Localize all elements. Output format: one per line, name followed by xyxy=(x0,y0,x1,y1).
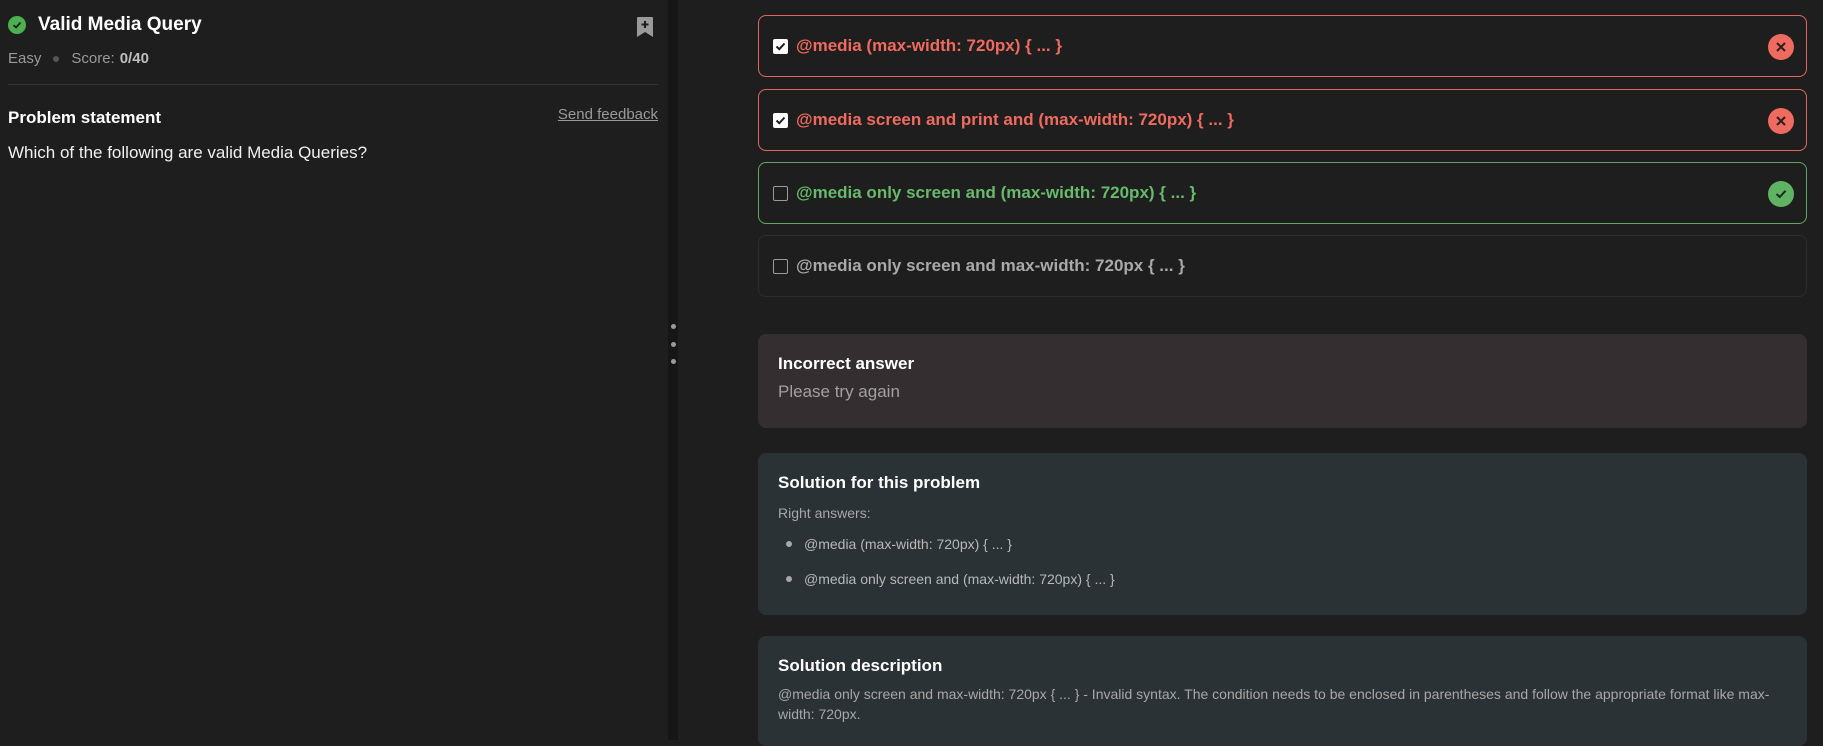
problem-title: Valid Media Query xyxy=(38,14,202,35)
solution-description-card: Solution description @media only screen … xyxy=(758,636,1807,746)
result-title: Incorrect answer xyxy=(778,354,915,373)
option-1-checkbox[interactable] xyxy=(773,38,788,54)
option-2-label: @media screen and print and (max-width: … xyxy=(796,110,1234,129)
option-2[interactable]: @media screen and print and (max-width: … xyxy=(758,89,1807,151)
right-answers-list: @media (max-width: 720px) { ... } @media… xyxy=(778,529,1787,599)
difficulty-label: Easy xyxy=(8,50,42,67)
score-label: Score: xyxy=(71,50,115,67)
option-2-checkbox[interactable] xyxy=(773,112,788,128)
problem-meta: Easy Score: 0/40 xyxy=(8,50,149,67)
description-text: @media only screen and max-width: 720px … xyxy=(778,686,1770,722)
drag-handle-icon[interactable] xyxy=(670,324,676,364)
option-1[interactable]: @media (max-width: 720px) { ... } xyxy=(758,15,1807,77)
list-item: @media (max-width: 720px) { ... } xyxy=(778,529,1787,564)
option-4-label: @media only screen and max-width: 720px … xyxy=(796,256,1185,275)
problem-statement-text: Which of the following are valid Media Q… xyxy=(8,143,368,162)
score-value: 0/40 xyxy=(119,50,149,67)
solution-subtitle: Right answers: xyxy=(778,505,871,521)
problem-panel: Valid Media Query Easy Score: 0/40 Probl… xyxy=(0,0,668,740)
solution-card: Solution for this problem Right answers:… xyxy=(758,453,1807,615)
solved-check-icon xyxy=(8,16,26,34)
list-item: @media only screen and (max-width: 720px… xyxy=(778,564,1787,599)
option-4-checkbox[interactable] xyxy=(773,258,788,274)
divider xyxy=(8,84,658,85)
option-3-label: @media only screen and (max-width: 720px… xyxy=(796,183,1197,202)
description-title: Solution description xyxy=(778,656,943,675)
option-3-checkbox[interactable] xyxy=(773,185,788,201)
problem-statement-heading: Problem statement xyxy=(8,108,162,127)
correct-check-icon xyxy=(1768,181,1794,207)
option-3[interactable]: @media only screen and (max-width: 720px… xyxy=(758,162,1807,224)
option-1-label: @media (max-width: 720px) { ... } xyxy=(796,36,1062,55)
wrong-x-icon xyxy=(1768,34,1794,60)
send-feedback-link[interactable]: Send feedback xyxy=(558,106,658,123)
separator-dot xyxy=(53,55,60,62)
bookmark-add-icon[interactable] xyxy=(636,16,654,38)
answer-panel: @media (max-width: 720px) { ... } @media… xyxy=(678,0,1823,746)
panel-splitter[interactable] xyxy=(668,0,678,740)
solution-title: Solution for this problem xyxy=(778,473,981,492)
title-row: Valid Media Query xyxy=(8,14,202,36)
wrong-x-icon xyxy=(1768,108,1794,134)
option-4[interactable]: @media only screen and max-width: 720px … xyxy=(758,235,1807,297)
result-card: Incorrect answer Please try again xyxy=(758,334,1807,428)
result-message: Please try again xyxy=(778,382,900,401)
